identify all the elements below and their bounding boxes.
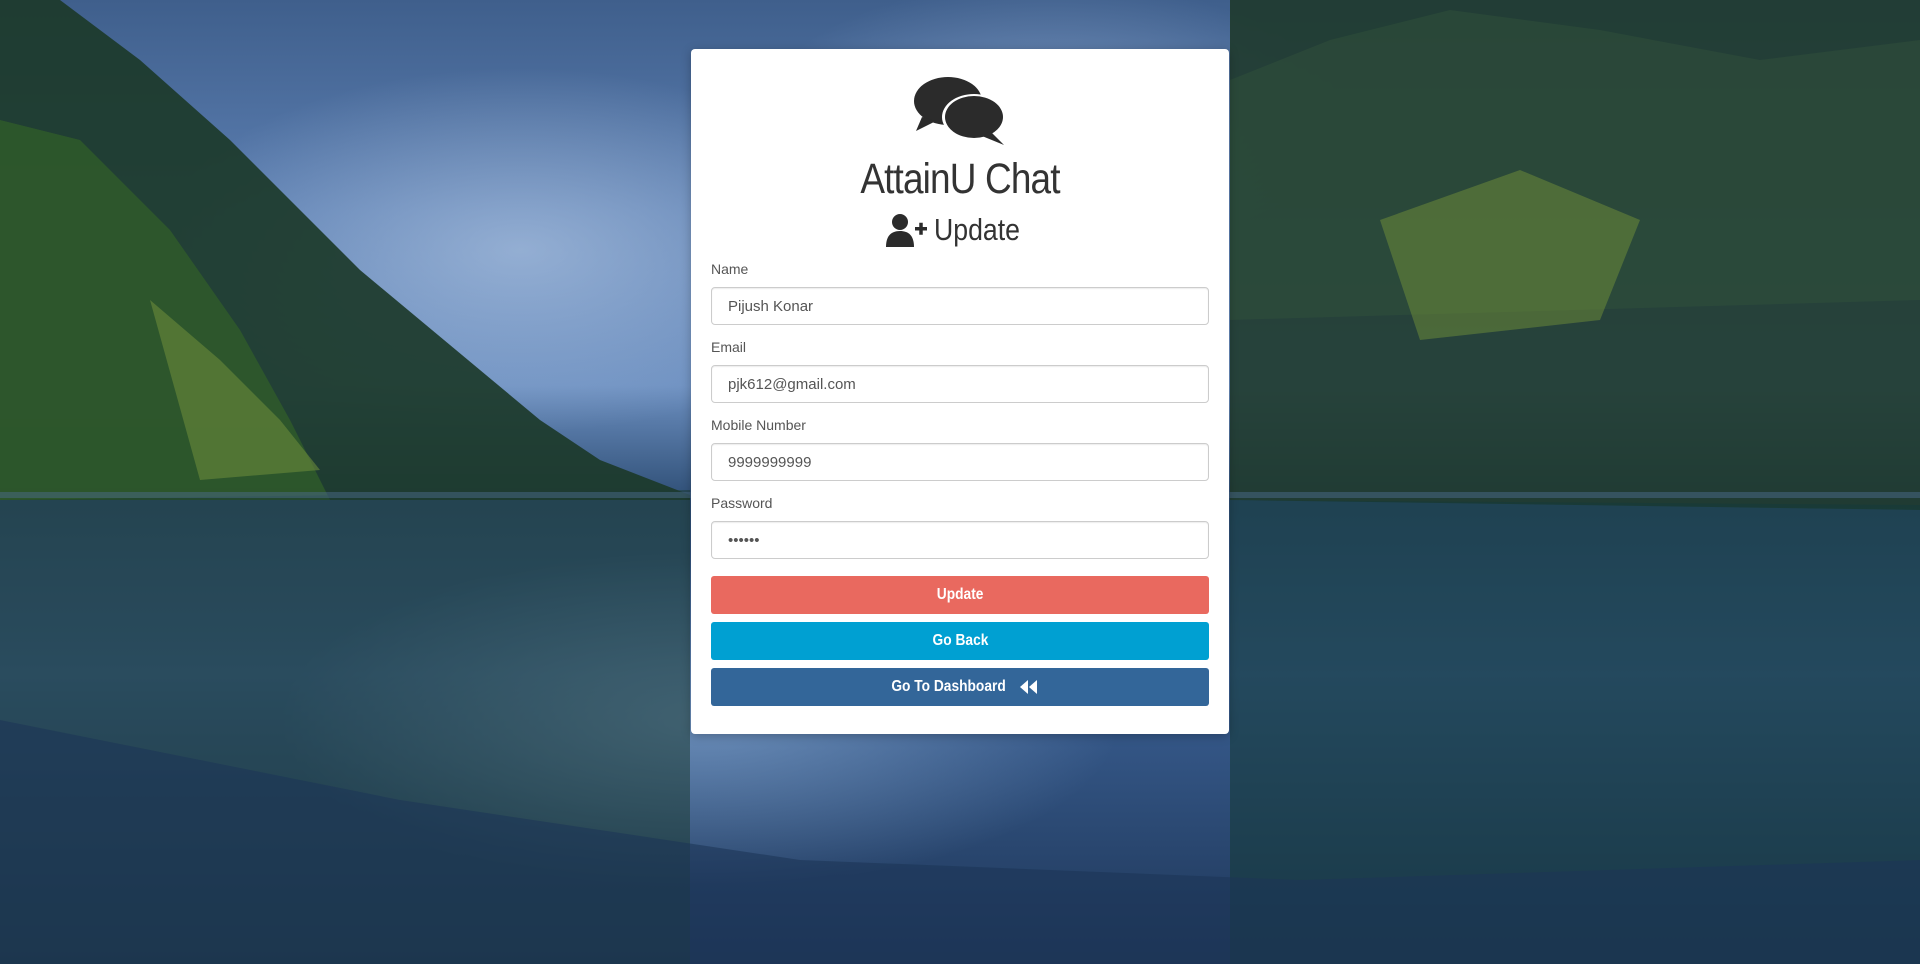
logo: [711, 73, 1209, 145]
go-to-dashboard-button[interactable]: Go To Dashboard: [711, 668, 1209, 706]
password-label: Password: [711, 495, 773, 511]
mobile-label: Mobile Number: [711, 417, 806, 433]
update-button[interactable]: Update: [711, 576, 1209, 614]
dashboard-button-label: Go To Dashboard: [891, 678, 1006, 695]
subtitle-label: Update: [934, 211, 1020, 247]
email-input[interactable]: [711, 365, 1209, 403]
app-title: AttainU Chat: [860, 155, 1060, 203]
password-input[interactable]: [711, 521, 1209, 559]
go-back-button-label: Go Back: [932, 632, 988, 649]
name-input[interactable]: [711, 287, 1209, 325]
update-card: AttainU Chat Update Name Email Mobile Nu…: [691, 49, 1229, 734]
update-button-label: Update: [936, 586, 984, 603]
go-back-button[interactable]: Go Back: [711, 622, 1209, 660]
user-plus-icon: [886, 213, 928, 247]
comments-icon: [914, 77, 1006, 145]
name-label: Name: [711, 261, 749, 277]
email-label: Email: [711, 339, 747, 355]
page-subtitle: Update: [711, 207, 1209, 249]
backward-icon: [1019, 679, 1037, 694]
mobile-input[interactable]: [711, 443, 1209, 481]
